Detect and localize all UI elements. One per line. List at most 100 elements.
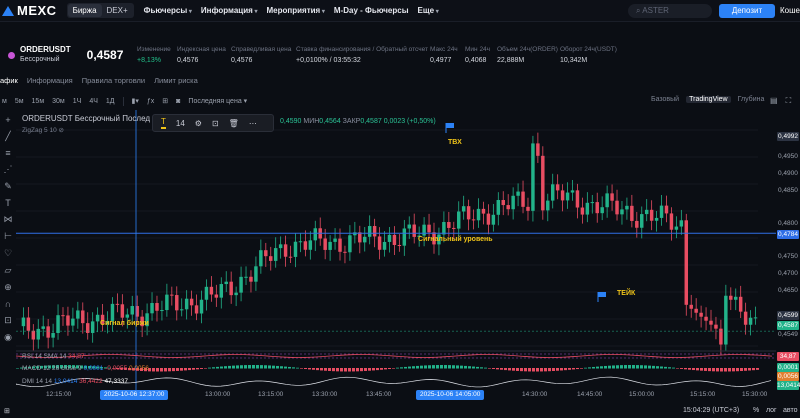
lock-icon[interactable]: ⊡	[4, 315, 12, 326]
pattern-icon[interactable]: ⋈	[4, 214, 13, 225]
goto-date-icon[interactable]: ⊞	[4, 407, 10, 415]
eye-off-icon[interactable]: ⊘	[59, 127, 64, 134]
wallet-menu[interactable]: Коше	[780, 6, 800, 15]
tab-information[interactable]: Информация	[27, 76, 73, 88]
channel-icon[interactable]: ⋰	[4, 164, 13, 175]
layout-icon[interactable]: ⊞	[162, 97, 168, 105]
candle-body	[239, 276, 243, 293]
stat-value: +8,13%	[137, 57, 161, 64]
interval-30m[interactable]: 30м	[52, 98, 65, 105]
deposit-button[interactable]: Депозит	[719, 4, 775, 18]
stat-label: Оборот 24ч(USDT)	[560, 46, 617, 53]
candle-body	[496, 200, 501, 215]
mexc-logo[interactable]: MEXC	[2, 3, 57, 18]
tab-dex[interactable]: DEX+	[102, 4, 133, 17]
magnet-icon[interactable]: ∩	[5, 299, 11, 309]
interval-4h[interactable]: 4Ч	[89, 98, 98, 105]
nav-mday[interactable]: M-Day - Фьючерсы	[334, 6, 409, 15]
candle-body	[259, 250, 263, 267]
candle-body	[189, 298, 194, 306]
candle-body	[565, 192, 570, 201]
measure-icon[interactable]: ⊢	[4, 231, 12, 242]
annotation-signal-level[interactable]: Сигнальный уровень	[418, 236, 493, 243]
candle-body	[353, 232, 357, 236]
view-depth[interactable]: Глубина	[738, 96, 765, 103]
view-switch: Базовый TradingView Глубина	[651, 96, 764, 103]
view-basic[interactable]: Базовый	[651, 96, 679, 103]
tab-exchange[interactable]: Биржа	[67, 4, 102, 17]
candle-body	[738, 296, 743, 312]
tab-rules[interactable]: Правила торговли	[82, 76, 145, 88]
candle-body	[377, 236, 382, 250]
candle-body	[36, 328, 40, 340]
annotation-take[interactable]: ТЕЙК	[617, 290, 635, 297]
nav-futures[interactable]: Фьючерсы	[144, 6, 192, 15]
zoom-icon[interactable]: ⊕	[4, 282, 12, 293]
ruler-icon[interactable]: ▱	[5, 265, 12, 276]
macd-histogram-bar	[704, 368, 707, 371]
macd-histogram-bar	[192, 368, 195, 370]
tab-chart[interactable]: афик	[0, 76, 18, 88]
interval-1d[interactable]: 1Д	[106, 98, 115, 105]
annotation-tvh[interactable]: ТВХ	[448, 139, 462, 146]
macd-histogram-bar	[404, 366, 407, 369]
candle-body	[694, 308, 698, 313]
macd-label: MACD 12 26 close 9	[22, 365, 82, 372]
nav-more[interactable]: Еще	[418, 6, 439, 15]
candle-body	[387, 234, 392, 242]
annotation-signal-exchange[interactable]: Сигнал биржи	[100, 320, 149, 327]
candle-body	[635, 220, 639, 228]
grid-icon[interactable]: ▤	[770, 96, 778, 106]
macd-histogram-bar	[480, 367, 483, 369]
brush-icon[interactable]: ✎	[4, 181, 12, 192]
eye-icon[interactable]: ◉	[4, 332, 12, 343]
candle-body	[526, 206, 530, 211]
settings-icon[interactable]: ⚙	[195, 119, 202, 128]
candle-body	[506, 205, 510, 210]
candle-body	[382, 241, 387, 250]
nav-info[interactable]: Информация	[201, 6, 258, 15]
delete-icon[interactable]: 🗑	[229, 119, 239, 128]
candle-body	[476, 208, 481, 221]
hline-icon[interactable]: ≡	[5, 148, 10, 158]
x-cursor-badge: 2025-10-06 12:37:00	[100, 390, 169, 400]
price-type-select[interactable]: Последняя цена ▾	[188, 97, 247, 105]
chart-subtabs: афик Информация Правила торговли Лимит р…	[0, 76, 198, 88]
symbol-selector[interactable]: ORDERUSDT Бессрочный	[20, 45, 71, 65]
search-input[interactable]: ⌕ ASTER	[628, 4, 712, 18]
text-color-button[interactable]: T	[161, 117, 166, 129]
auto-toggle[interactable]: авто	[783, 407, 797, 414]
macd-histogram-bar	[696, 368, 699, 371]
indicator-icon[interactable]: ƒx	[147, 98, 154, 105]
interval-1h[interactable]: 1Ч	[73, 98, 82, 105]
crosshair-icon[interactable]: +	[5, 115, 10, 125]
trendline-icon[interactable]: ╱	[5, 131, 10, 142]
expand-icon[interactable]: ⛶	[786, 96, 792, 106]
favorite-icon[interactable]: ♡	[4, 248, 12, 259]
interval-15m[interactable]: 15м	[32, 98, 45, 105]
lock-drawing-icon[interactable]: ⊡	[212, 119, 219, 128]
candle-body	[674, 226, 679, 230]
log-toggle[interactable]: лог	[766, 407, 777, 414]
candle-type-icon[interactable]: ▮▾	[132, 97, 139, 105]
nav-events[interactable]: Мероприятия	[267, 6, 325, 15]
stat-value: 0,4068	[465, 57, 487, 64]
percent-toggle[interactable]: %	[753, 407, 759, 414]
font-size-button[interactable]: 14	[176, 119, 185, 128]
view-tradingview[interactable]: TradingView	[686, 96, 731, 103]
macd-histogram-bar	[744, 368, 747, 371]
macd-histogram-bar	[152, 368, 155, 372]
interval-1m[interactable]: м	[2, 98, 7, 105]
macd-histogram-bar	[408, 366, 411, 369]
candle-body	[442, 222, 446, 235]
more-icon[interactable]: ⋯	[249, 119, 257, 128]
candlestick-chart[interactable]	[16, 110, 776, 390]
clock-time[interactable]: 15:04:29 (UTC+3)	[683, 407, 739, 414]
tab-risk-limit[interactable]: Лимит риска	[154, 76, 198, 88]
macd-histogram-bar	[260, 365, 263, 369]
interval-5m[interactable]: 5м	[15, 98, 24, 105]
macd-histogram-bar	[668, 367, 671, 369]
market-switch: Биржа DEX+	[66, 3, 134, 18]
text-icon[interactable]: T	[5, 198, 11, 208]
camera-icon[interactable]: ◙	[176, 98, 180, 105]
